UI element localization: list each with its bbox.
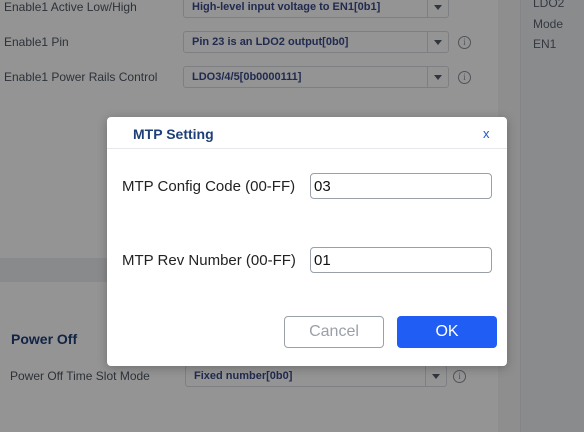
dialog-header-divider bbox=[107, 148, 507, 149]
cancel-button[interactable]: Cancel bbox=[284, 316, 384, 348]
close-icon[interactable]: x bbox=[483, 126, 490, 141]
mtp-config-code-label: MTP Config Code (00-FF) bbox=[122, 178, 296, 195]
ok-button[interactable]: OK bbox=[397, 316, 497, 348]
mtp-setting-dialog: MTP Setting x MTP Config Code (00-FF) MT… bbox=[107, 117, 507, 366]
mtp-config-code-input[interactable] bbox=[310, 173, 492, 199]
mtp-rev-number-input[interactable] bbox=[310, 247, 492, 273]
mtp-rev-number-label: MTP Rev Number (00-FF) bbox=[122, 252, 296, 269]
dialog-title: MTP Setting bbox=[133, 126, 214, 142]
